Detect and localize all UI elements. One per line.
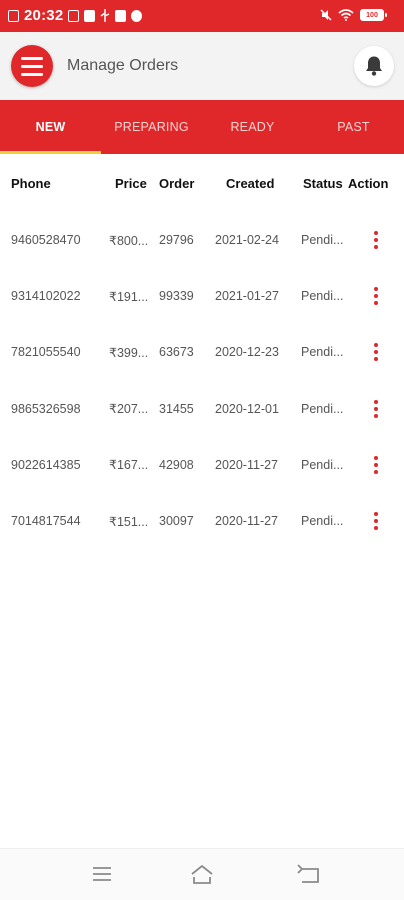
cell-status: Pendi... (301, 233, 344, 248)
wifi-icon (338, 9, 354, 21)
tab-new[interactable]: NEW (0, 100, 101, 154)
cell-action (347, 452, 404, 478)
home-icon[interactable] (189, 863, 215, 885)
table-row[interactable]: 7821055540 ₹399... 63673 2020-12-23 Pend… (0, 324, 404, 380)
table-row[interactable]: 7014817544 ₹151... 30097 2020-11-27 Pend… (0, 493, 404, 549)
cell-status: Pendi... (301, 345, 344, 360)
cell-phone: 9314102022 (11, 289, 81, 304)
cell-phone: 9865326598 (11, 401, 81, 416)
table-row[interactable]: 9460528470 ₹800... 29796 2021-02-24 Pend… (0, 212, 404, 268)
cell-price: ₹207... (109, 402, 149, 417)
mute-icon (320, 9, 332, 21)
cell-phone: 7014817544 (11, 514, 81, 529)
column-header-order: Order (159, 175, 195, 191)
cell-action (347, 227, 404, 253)
phone-app-icon (84, 9, 96, 22)
more-vertical-icon[interactable] (368, 339, 384, 365)
tab-past[interactable]: PAST (303, 100, 404, 154)
cell-action (347, 283, 404, 309)
facebook-icon (115, 9, 127, 22)
status-time: 20:32 (24, 7, 64, 24)
cell-price: ₹151... (109, 514, 149, 529)
page-title: Manage Orders (67, 57, 179, 74)
column-header-created: Created (226, 175, 275, 191)
cell-price: ₹399... (109, 345, 149, 360)
column-header-price: Price (115, 175, 147, 191)
screenshot-icon (8, 9, 19, 22)
messenger-icon (131, 9, 143, 22)
orders-table: Phone Price Order Created Status Action … (0, 154, 404, 549)
cell-status: Pendi... (301, 457, 344, 472)
check-badge-icon (68, 9, 80, 22)
cell-created: 2020-12-23 (215, 345, 279, 360)
table-header: Phone Price Order Created Status Action (0, 154, 404, 212)
table-row[interactable]: 9865326598 ₹207... 31455 2020-12-01 Pend… (0, 381, 404, 437)
more-vertical-icon[interactable] (368, 508, 384, 534)
cell-created: 2020-12-01 (215, 401, 279, 416)
cell-created: 2021-01-27 (215, 289, 279, 304)
recent-apps-icon[interactable] (90, 863, 116, 885)
more-vertical-icon[interactable] (368, 452, 384, 478)
cell-order: 31455 (159, 401, 194, 416)
more-vertical-icon[interactable] (368, 283, 384, 309)
cell-order: 63673 (159, 345, 194, 360)
order-tabs: NEW PREPARING READY PAST (0, 100, 404, 154)
column-header-action: Action (348, 175, 389, 191)
column-header-phone: Phone (11, 175, 51, 191)
column-header-status: Status (303, 175, 343, 191)
table-row[interactable]: 9022614385 ₹167... 42908 2020-11-27 Pend… (0, 437, 404, 493)
table-row[interactable]: 9314102022 ₹191... 99339 2021-01-27 Pend… (0, 268, 404, 324)
cell-action (347, 396, 404, 422)
cell-status: Pendi... (301, 514, 344, 529)
cell-phone: 9460528470 (11, 233, 81, 248)
app-bar: Manage Orders (0, 32, 404, 100)
cell-phone: 9022614385 (11, 457, 81, 472)
status-bar-right: 100 (320, 9, 387, 21)
cell-order: 29796 (159, 233, 194, 248)
status-bar: 20:32 100 (0, 0, 404, 32)
cell-created: 2020-11-27 (215, 514, 279, 529)
status-bar-left: 20:32 (8, 7, 143, 24)
cell-created: 2020-11-27 (215, 457, 279, 472)
cell-phone: 7821055540 (11, 345, 81, 360)
tab-preparing[interactable]: PREPARING (101, 100, 202, 154)
bell-glyph (366, 56, 382, 76)
cell-price: ₹167... (109, 458, 149, 473)
cell-price: ₹800... (109, 233, 149, 248)
cell-created: 2021-02-24 (215, 233, 279, 248)
system-nav-bar (0, 848, 404, 900)
more-vertical-icon[interactable] (368, 396, 384, 422)
cell-action (347, 339, 404, 365)
cell-status: Pendi... (301, 289, 344, 304)
cell-order: 42908 (159, 457, 194, 472)
tab-ready[interactable]: READY (202, 100, 303, 154)
battery-icon: 100 (360, 9, 387, 21)
cell-order: 99339 (159, 289, 194, 304)
cell-price: ₹191... (109, 289, 149, 304)
bell-icon[interactable] (354, 46, 394, 86)
hamburger-menu-icon[interactable] (11, 45, 53, 87)
back-icon[interactable] (296, 863, 322, 885)
cell-status: Pendi... (301, 401, 344, 416)
usb-icon (100, 9, 110, 22)
cell-action (347, 508, 404, 534)
cell-order: 30097 (159, 514, 194, 529)
more-vertical-icon[interactable] (368, 227, 384, 253)
